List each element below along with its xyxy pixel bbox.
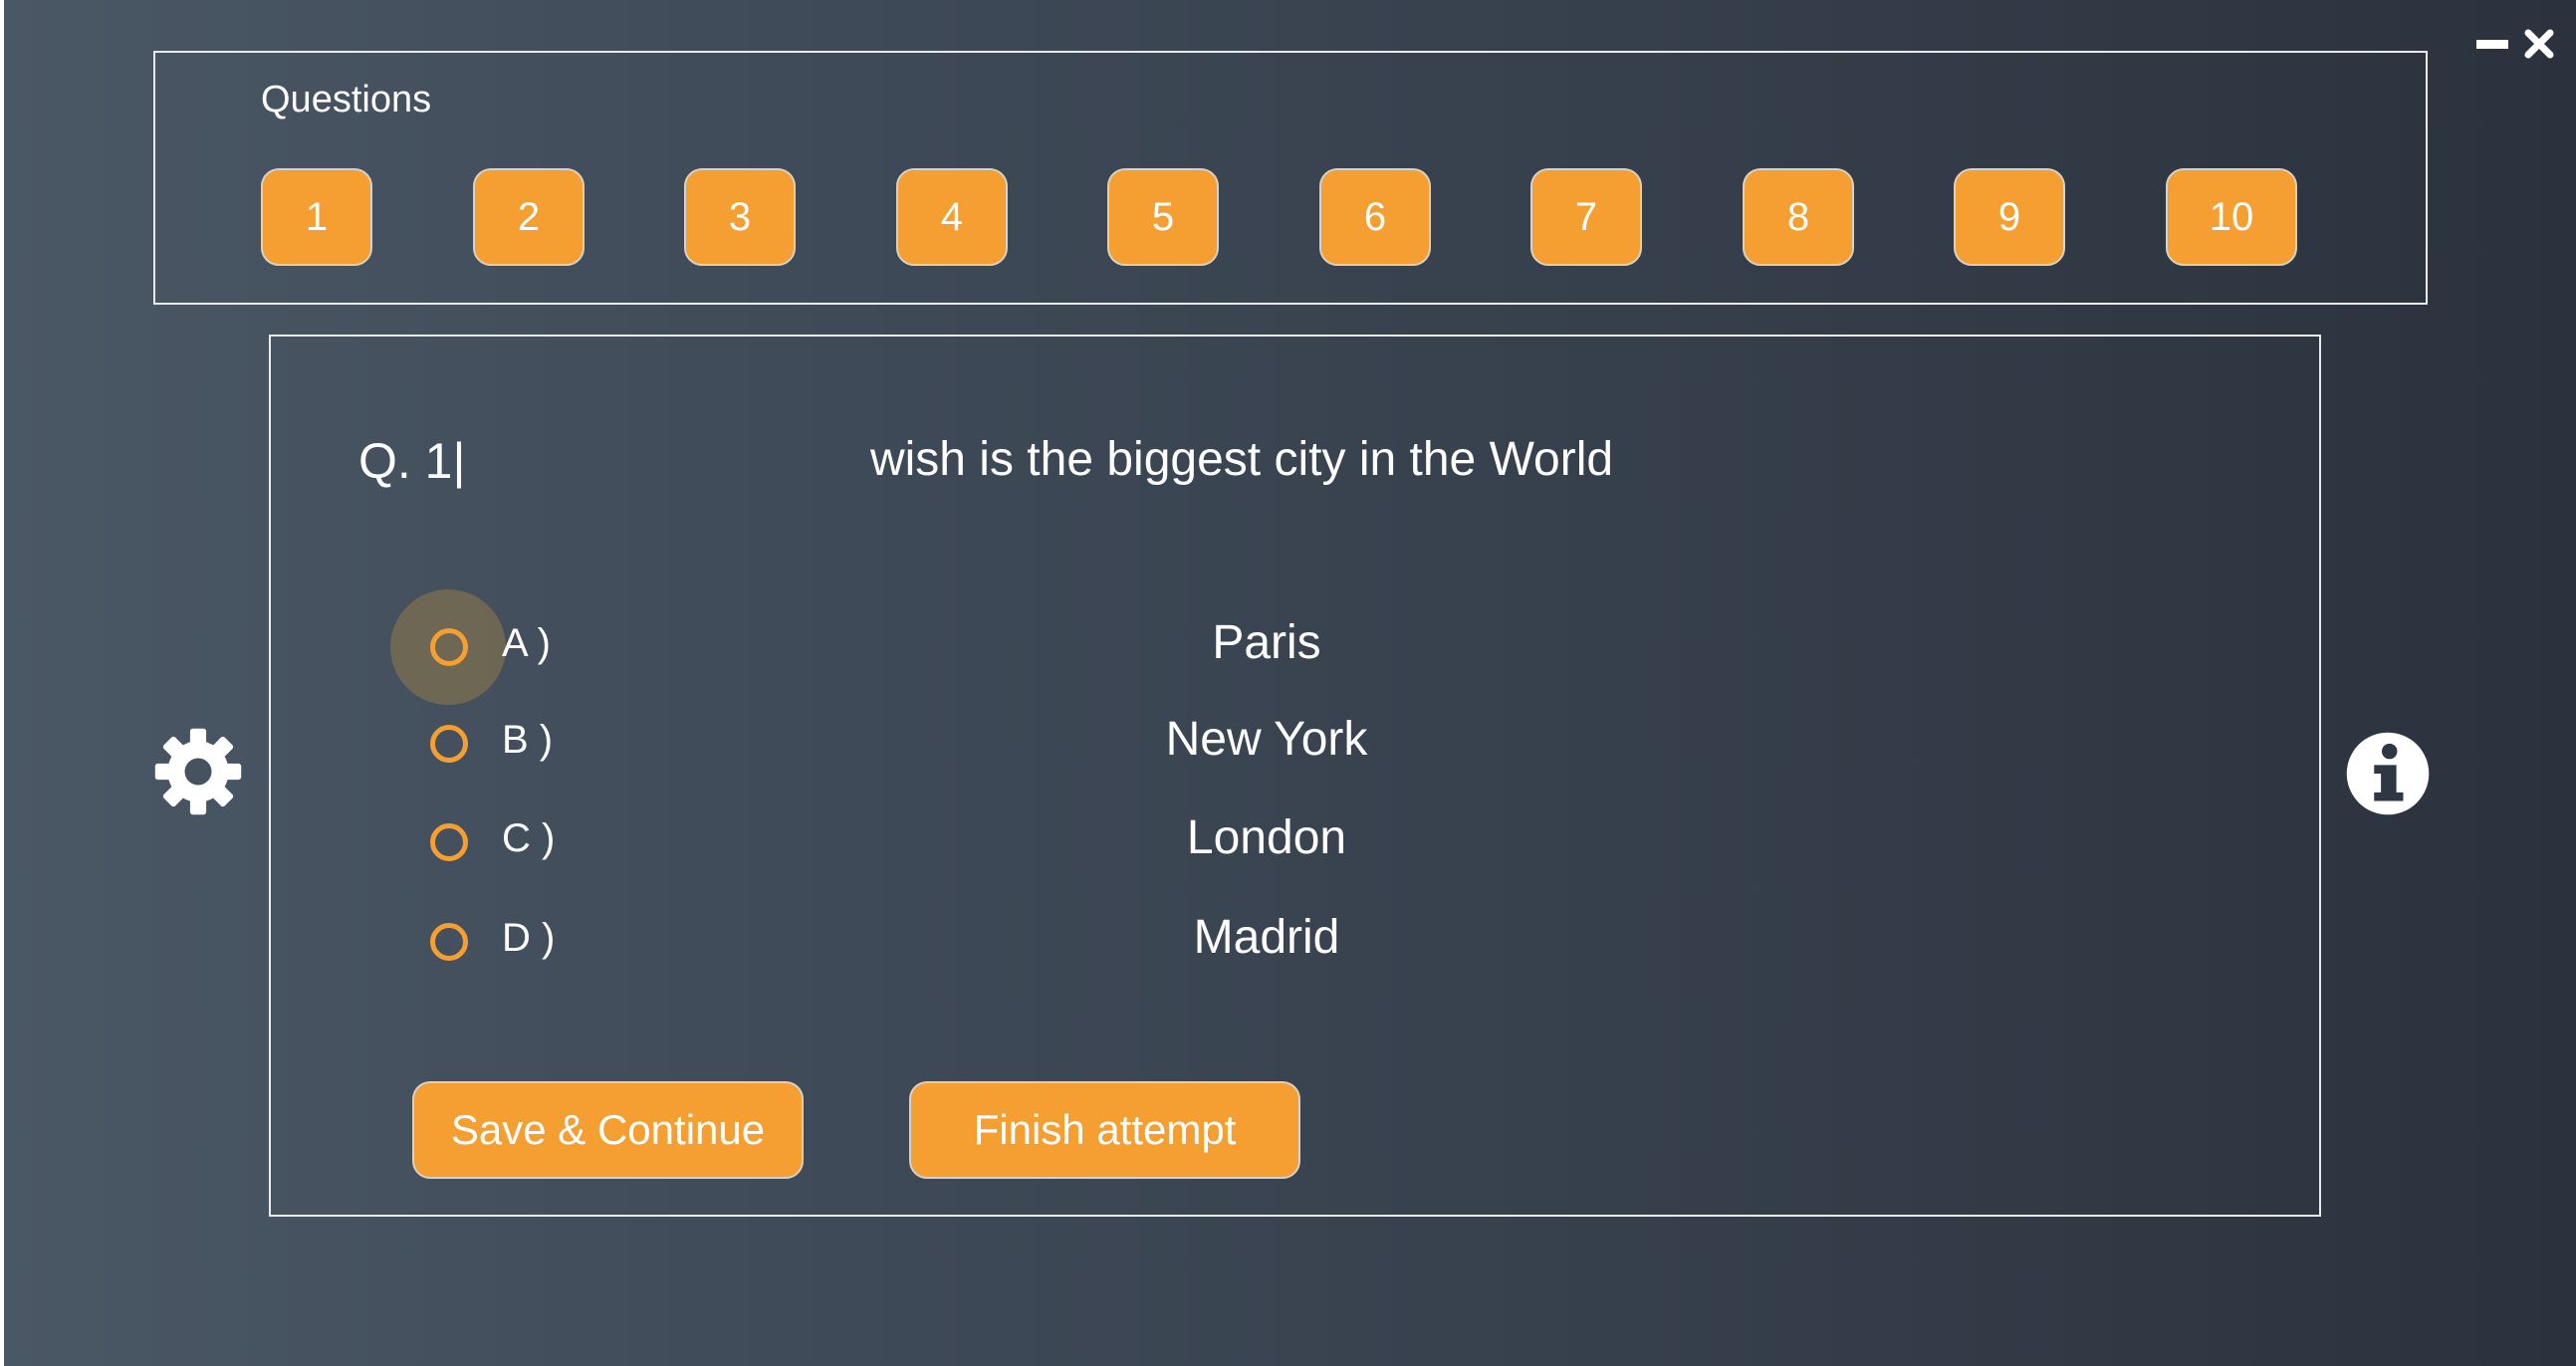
- question-button-2[interactable]: 2: [473, 168, 585, 266]
- option-c-radio[interactable]: [430, 823, 468, 861]
- question-panel: Q. 1| wish is the biggest city in the Wo…: [269, 335, 2321, 1217]
- option-a-radio[interactable]: [430, 628, 468, 666]
- option-b-text: New York: [1165, 713, 1368, 766]
- question-number: Q. 1|: [358, 433, 466, 489]
- finish-attempt-button[interactable]: Finish attempt: [909, 1081, 1300, 1179]
- question-button-6[interactable]: 6: [1319, 168, 1431, 266]
- question-button-9[interactable]: 9: [1954, 168, 2065, 266]
- question-text: wish is the biggest city in the World: [869, 433, 1614, 486]
- option-b-letter: B ): [502, 718, 554, 762]
- questions-title: Questions: [261, 79, 432, 120]
- question-button-10[interactable]: 10: [2166, 168, 2297, 266]
- info-icon[interactable]: [2345, 731, 2431, 816]
- option-d-letter: D ): [502, 916, 556, 960]
- option-a[interactable]: A ) Paris: [271, 589, 2319, 705]
- gear-icon[interactable]: [153, 727, 243, 816]
- question-button-3[interactable]: 3: [684, 168, 796, 266]
- question-button-5[interactable]: 5: [1107, 168, 1219, 266]
- option-c-text: London: [1186, 811, 1347, 864]
- questions-panel: Questions 1 2 3 4 5 6 7 8 9 10: [153, 51, 2428, 305]
- option-d-radio[interactable]: [430, 923, 468, 961]
- option-d[interactable]: D ) Madrid: [271, 902, 2319, 982]
- question-button-4[interactable]: 4: [896, 168, 1008, 266]
- minimize-icon: [2476, 39, 2508, 49]
- option-d-text: Madrid: [1193, 911, 1340, 964]
- close-button[interactable]: [2519, 24, 2559, 64]
- option-a-text: Paris: [1212, 616, 1321, 669]
- option-b[interactable]: B ) New York: [271, 704, 2319, 784]
- option-c-letter: C ): [502, 816, 556, 860]
- option-b-radio[interactable]: [430, 725, 468, 763]
- close-icon: [2524, 29, 2554, 59]
- save-continue-button[interactable]: Save & Continue: [412, 1081, 804, 1179]
- question-button-8[interactable]: 8: [1743, 168, 1854, 266]
- question-button-1[interactable]: 1: [261, 168, 372, 266]
- option-a-letter: A ): [502, 621, 551, 665]
- question-button-7[interactable]: 7: [1530, 168, 1642, 266]
- quiz-window: Questions 1 2 3 4 5 6 7 8 9 10 Q. 1| wis…: [4, 0, 2576, 1366]
- option-c[interactable]: C ) London: [271, 802, 2319, 882]
- minimize-button[interactable]: [2472, 24, 2512, 64]
